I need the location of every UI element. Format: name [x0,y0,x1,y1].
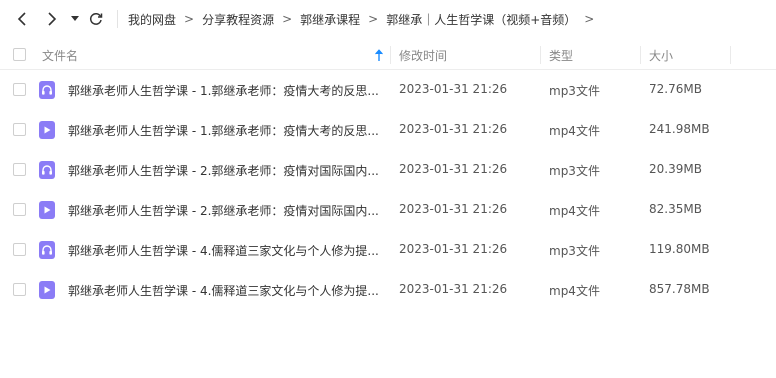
back-button[interactable] [12,8,32,30]
file-size: 119.80MB [649,242,710,256]
file-type: mp4文件 [549,124,600,138]
column-divider[interactable] [730,46,731,64]
row-checkbox[interactable] [13,203,26,216]
file-row[interactable]: 郭继承老师人生哲学课 - 4.儒释道三家文化与个人修为提... 2023-01-3… [0,230,776,270]
refresh-button[interactable] [86,9,106,29]
breadcrumb-item-current-folder[interactable]: 郭继承｜人生哲学课（视频+音频） [386,11,576,28]
column-header-type[interactable]: 类型 [549,47,573,64]
column-header-size[interactable]: 大小 [649,47,673,64]
file-size: 241.98MB [649,122,710,136]
chevron-left-icon [17,12,26,26]
row-checkbox[interactable] [13,83,26,96]
breadcrumb-item-shared-resources[interactable]: 分享教程资源 [202,11,274,28]
chevron-right-icon [48,12,57,26]
row-checkbox[interactable] [13,163,26,176]
toolbar-divider [117,10,118,28]
breadcrumb-item-my-drive[interactable]: 我的网盘 [128,11,176,28]
breadcrumb-separator: > [282,12,293,26]
headphones-icon [39,81,55,99]
breadcrumb-separator: > [184,12,195,26]
row-checkbox[interactable] [13,123,26,136]
file-name[interactable]: 郭继承老师人生哲学课 - 1.郭继承老师：疫情大考的反思... [68,122,380,139]
file-modified: 2023-01-31 21:26 [399,242,508,256]
play-icon [39,121,55,139]
breadcrumb-separator: > [584,12,595,26]
file-size: 20.39MB [649,162,702,176]
file-type: mp3文件 [549,164,600,178]
column-header-modified[interactable]: 修改时间 [399,47,447,64]
file-row[interactable]: 郭继承老师人生哲学课 - 1.郭继承老师：疫情大考的反思... 2023-01-3… [0,110,776,150]
file-type: mp3文件 [549,244,600,258]
file-size: 82.35MB [649,202,702,216]
play-icon [39,201,55,219]
forward-button[interactable] [42,8,62,30]
row-checkbox[interactable] [13,283,26,296]
file-type: mp4文件 [549,204,600,218]
file-modified: 2023-01-31 21:26 [399,122,508,136]
column-divider[interactable] [640,46,641,64]
file-modified: 2023-01-31 21:26 [399,162,508,176]
history-dropdown-button[interactable] [68,10,82,28]
file-row[interactable]: 郭继承老师人生哲学课 - 2.郭继承老师：疫情对国际国内... 2023-01-3… [0,150,776,190]
file-size: 72.76MB [649,82,702,96]
breadcrumb-separator: > [368,12,379,26]
file-size: 857.78MB [649,282,710,296]
sort-ascending-icon[interactable] [374,48,384,62]
file-name[interactable]: 郭继承老师人生哲学课 - 2.郭继承老师：疫情对国际国内... [68,162,380,179]
column-divider[interactable] [390,46,391,64]
headphones-icon [39,241,55,259]
caret-down-icon [71,16,79,21]
breadcrumb-item-course[interactable]: 郭继承课程 [300,11,360,28]
file-name[interactable]: 郭继承老师人生哲学课 - 4.儒释道三家文化与个人修为提... [68,282,380,299]
toolbar: 我的网盘 > 分享教程资源 > 郭继承课程 > 郭继承｜人生哲学课（视频+音频）… [0,0,776,40]
select-all-checkbox[interactable] [13,48,26,61]
file-row[interactable]: 郭继承老师人生哲学课 - 2.郭继承老师：疫情对国际国内... 2023-01-3… [0,190,776,230]
file-list-header: 文件名 修改时间 类型 大小 [0,40,776,70]
file-name[interactable]: 郭继承老师人生哲学课 - 2.郭继承老师：疫情对国际国内... [68,202,380,219]
file-row[interactable]: 郭继承老师人生哲学课 - 4.儒释道三家文化与个人修为提... 2023-01-3… [0,270,776,310]
row-checkbox[interactable] [13,243,26,256]
file-type: mp4文件 [549,284,600,298]
column-header-name[interactable]: 文件名 [42,47,78,64]
headphones-icon [39,161,55,179]
file-modified: 2023-01-31 21:26 [399,282,508,296]
breadcrumb: 我的网盘 > 分享教程资源 > 郭继承课程 > 郭继承｜人生哲学课（视频+音频）… [128,10,602,28]
file-name[interactable]: 郭继承老师人生哲学课 - 4.儒释道三家文化与个人修为提... [68,242,380,259]
play-icon [39,281,55,299]
file-name[interactable]: 郭继承老师人生哲学课 - 1.郭继承老师：疫情大考的反思... [68,82,380,99]
file-type: mp3文件 [549,84,600,98]
file-row[interactable]: 郭继承老师人生哲学课 - 1.郭继承老师：疫情大考的反思... 2023-01-3… [0,70,776,110]
file-modified: 2023-01-31 21:26 [399,202,508,216]
file-modified: 2023-01-31 21:26 [399,82,508,96]
refresh-icon [90,13,103,25]
column-divider[interactable] [540,46,541,64]
